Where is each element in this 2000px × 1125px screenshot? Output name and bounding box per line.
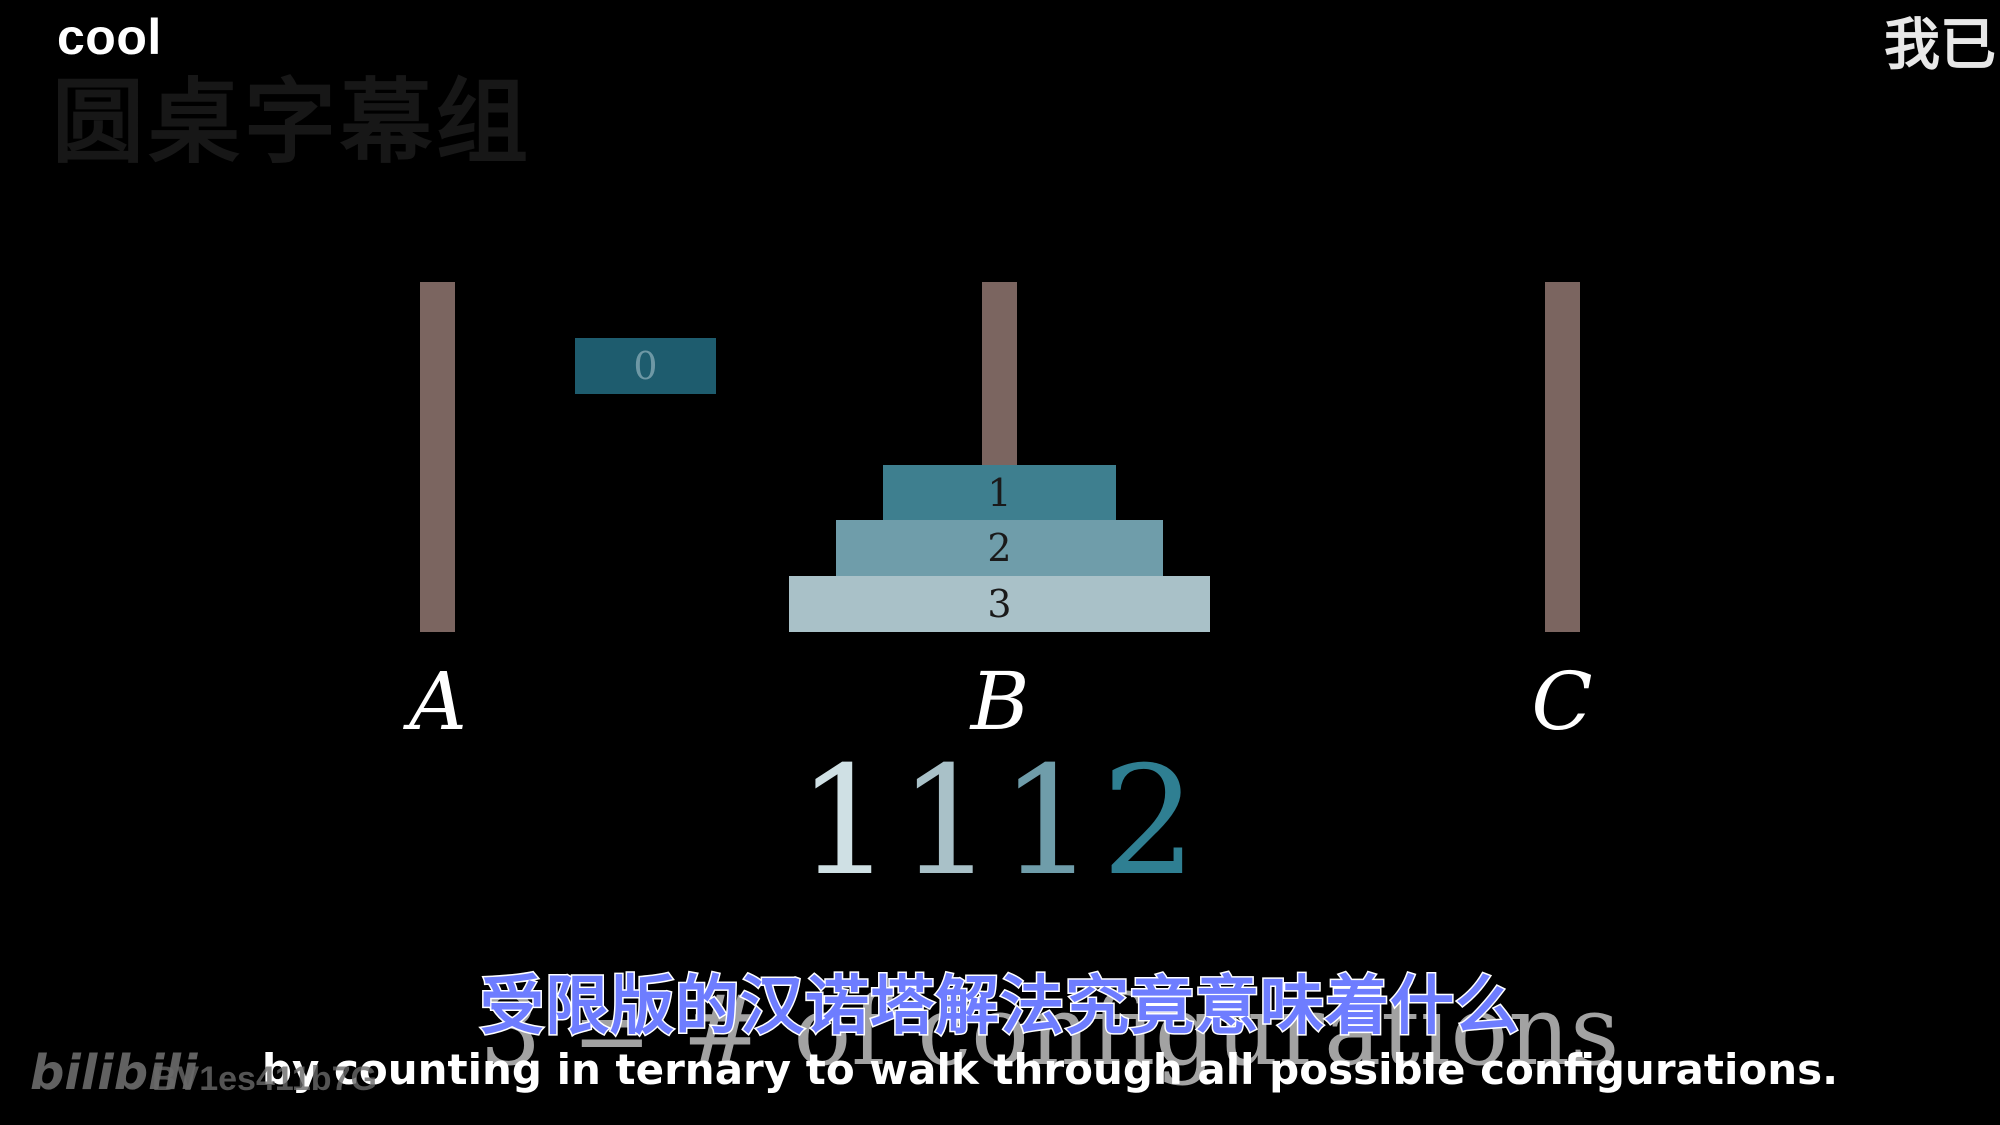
disk-1: 1 [883,465,1116,520]
ternary-digit-1: 1 [797,735,899,909]
ternary-number: 1112 [0,735,2000,909]
disk-0-label: 0 [633,344,658,388]
disk-0: 0 [575,338,716,394]
rod-c [1545,282,1580,632]
disk-2-label: 2 [987,526,1012,570]
disk-3-label: 3 [987,582,1012,626]
disk-2: 2 [836,520,1163,576]
video-frame: 圆桌字幕组 cool 我已 0 1 2 3 A B C 1112 3 = # o… [0,0,2000,1125]
disk-1-label: 1 [987,470,1012,515]
video-id-watermark: BV1es411b7G [152,1060,377,1098]
subtitle-chinese: 受限版的汉诺塔解法究竟意味着什么 [479,969,1521,1046]
corner-label-right: 我已 [1884,13,1996,78]
ternary-digit-3: 1 [1000,735,1102,909]
rod-a [420,282,455,632]
ternary-digit-4: 2 [1101,735,1203,909]
corner-label-left: cool [57,9,162,65]
disk-3: 3 [789,576,1210,632]
ternary-digit-2: 1 [898,735,1000,909]
fansub-watermark: 圆桌字幕组 [52,69,533,176]
